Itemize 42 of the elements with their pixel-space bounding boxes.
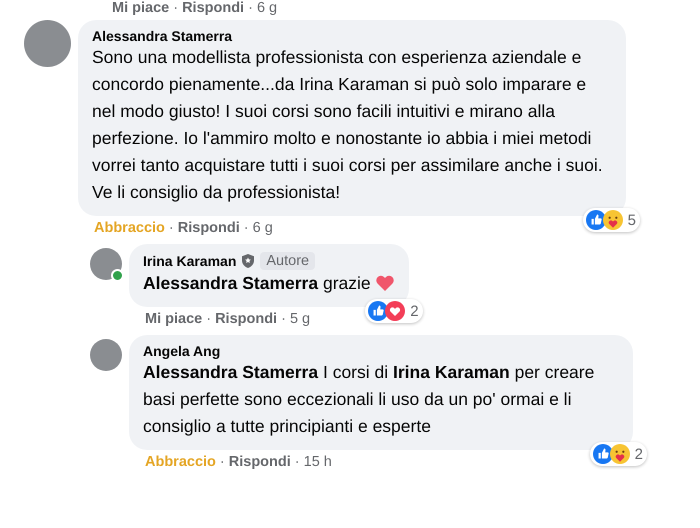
- separator-dot: ·: [173, 0, 178, 16]
- timestamp: 5 g: [290, 311, 310, 327]
- comment-text: Alessandra Stamerra grazie: [143, 270, 395, 297]
- like-icon: [592, 444, 613, 464]
- author-name[interactable]: Angela Ang: [143, 343, 220, 359]
- heart-icon: [374, 274, 395, 292]
- shield-icon: [242, 254, 254, 268]
- author-name[interactable]: Irina Karaman: [143, 253, 236, 269]
- reply-link[interactable]: Rispondi: [178, 220, 240, 236]
- hug-emoji-icon: [610, 444, 630, 464]
- author-badge: Autore: [260, 252, 316, 270]
- reaction-count: 2: [410, 302, 419, 320]
- like-icon: [586, 210, 606, 230]
- author-name[interactable]: Alessandra Stamerra: [92, 28, 232, 44]
- avatar[interactable]: [90, 248, 122, 280]
- separator-dot: ·: [206, 311, 212, 327]
- reply-link[interactable]: Rispondi: [182, 0, 244, 16]
- avatar[interactable]: [24, 20, 71, 67]
- separator-dot: ·: [244, 220, 249, 236]
- timestamp: 6 g: [252, 220, 273, 236]
- separator-dot: ·: [220, 454, 225, 470]
- comment-text: Sono una modellista professionista con esperienza aziendale e concordo pienamente...da Irina Karaman si può solo imparare e nel modo giusto! I suoi corsi sono facili intuitivi e mirano alla perfezione. Io l'ammiro molto e nonostante io abbia i miei metodi vorrei tanto acquistare tutti i suoi corsi per assimilare anche i suoi. Ve li consiglio da professionista!: [92, 46, 604, 204]
- reaction-link[interactable]: Mi piace: [112, 0, 170, 16]
- reaction-summary[interactable]: 2: [365, 299, 423, 323]
- separator-dot: ·: [294, 454, 300, 470]
- separator-dot: ·: [281, 311, 286, 327]
- reaction-link[interactable]: Mi piace: [145, 311, 202, 327]
- comment-text: Alessandra Stamerra I corsi di Irina Karaman per creare basi perfette sono eccezionali li uso da un po' ormai e li consiglio a tutte principianti e esperte: [143, 361, 596, 438]
- like-icon: [368, 301, 388, 321]
- separator-dot: ·: [248, 0, 253, 16]
- heart-reaction-icon: [385, 301, 406, 321]
- reply-link[interactable]: Rispondi: [228, 454, 291, 470]
- reply-link[interactable]: Rispondi: [215, 311, 278, 327]
- separator-dot: ·: [168, 220, 174, 236]
- reaction-summary[interactable]: 2: [590, 442, 647, 466]
- timestamp: 6 g: [256, 0, 278, 16]
- reaction-summary[interactable]: 5: [582, 208, 640, 232]
- timestamp: 15 h: [304, 454, 332, 470]
- avatar[interactable]: [90, 339, 122, 371]
- hug-emoji-icon: [602, 210, 623, 230]
- reaction-count: 5: [628, 212, 636, 228]
- reaction-count: 2: [634, 446, 643, 462]
